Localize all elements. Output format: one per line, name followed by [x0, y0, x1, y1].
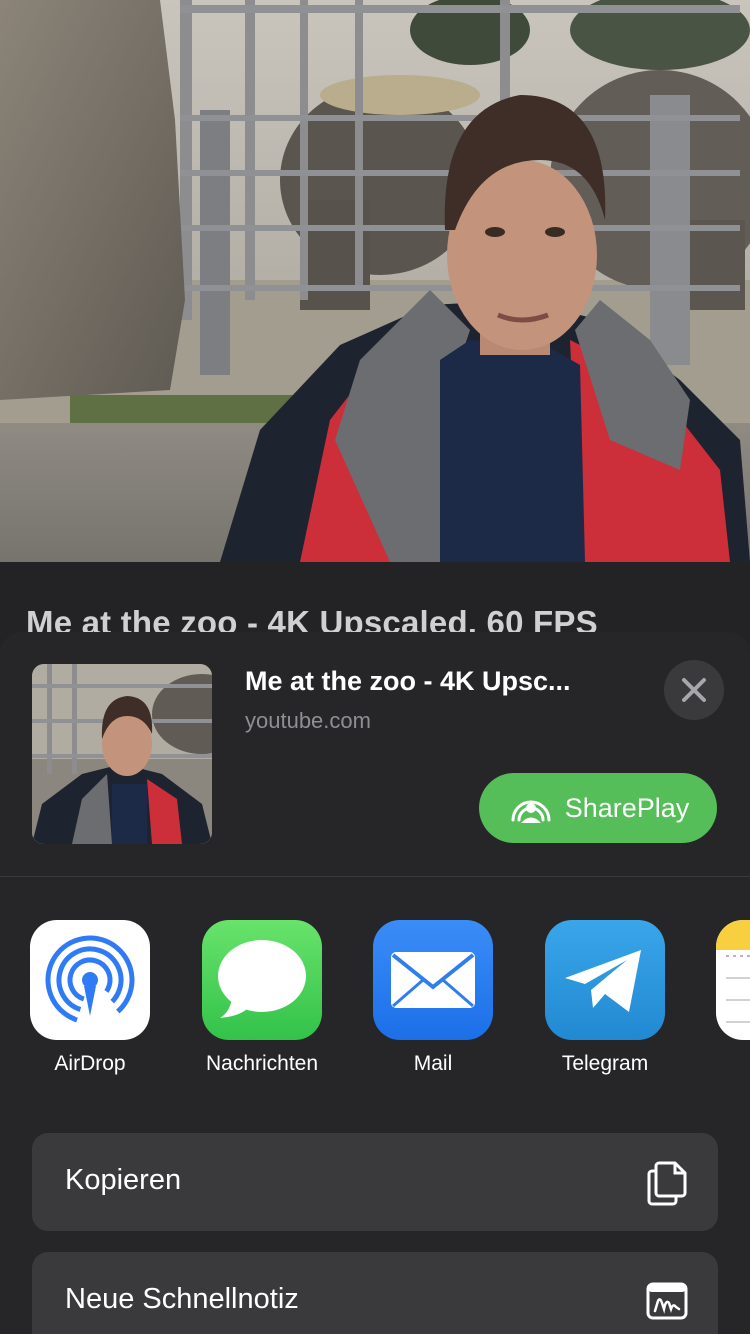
- app-label-telegram: Telegram: [561, 1052, 649, 1075]
- shared-item-domain: youtube.com: [245, 708, 371, 733]
- app-mail[interactable]: Mail: [358, 920, 508, 1076]
- action-copy-label: Kopieren: [65, 1164, 182, 1196]
- share-sheet: Me at the zoo - 4K Upsc... youtube.com S…: [0, 632, 750, 1334]
- app-label-airdrop: AirDrop: [54, 1052, 126, 1075]
- airdrop-icon: [30, 920, 150, 1040]
- copy-icon: [642, 1157, 692, 1207]
- share-screen: Me at the zoo - 4K Upscaled, 60 FPS Me a…: [0, 0, 750, 1334]
- app-notes[interactable]: N: [701, 920, 750, 1076]
- item-preview-thumbnail: [32, 664, 212, 844]
- close-icon: [682, 678, 706, 702]
- mail-icon: [373, 920, 493, 1040]
- action-quick-note[interactable]: Neue Schnellnotiz: [32, 1252, 718, 1334]
- sheet-divider: [0, 876, 750, 877]
- shared-item-title: Me at the zoo - 4K Upsc...: [245, 666, 571, 696]
- app-label-notes: N: [701, 1052, 750, 1076]
- video-frame: [0, 0, 750, 562]
- preview-image: [32, 664, 212, 844]
- shareplay-icon: [507, 790, 555, 826]
- telegram-icon: [545, 920, 665, 1040]
- app-telegram[interactable]: Telegram: [530, 920, 680, 1076]
- video-frame-image: [0, 0, 750, 562]
- action-copy[interactable]: Kopieren: [32, 1133, 718, 1231]
- shareplay-label: SharePlay: [564, 792, 690, 823]
- quick-note-icon: [642, 1276, 692, 1326]
- action-quick-note-label: Neue Schnellnotiz: [65, 1283, 299, 1315]
- messages-icon: [202, 920, 322, 1040]
- close-button[interactable]: [664, 660, 724, 720]
- notes-icon: [716, 920, 750, 1040]
- app-airdrop[interactable]: AirDrop: [15, 920, 165, 1076]
- shareplay-button[interactable]: SharePlay: [479, 773, 717, 843]
- app-label-mail: Mail: [413, 1052, 453, 1075]
- app-label-messages: Nachrichten: [205, 1052, 319, 1075]
- app-messages[interactable]: Nachrichten: [187, 920, 337, 1076]
